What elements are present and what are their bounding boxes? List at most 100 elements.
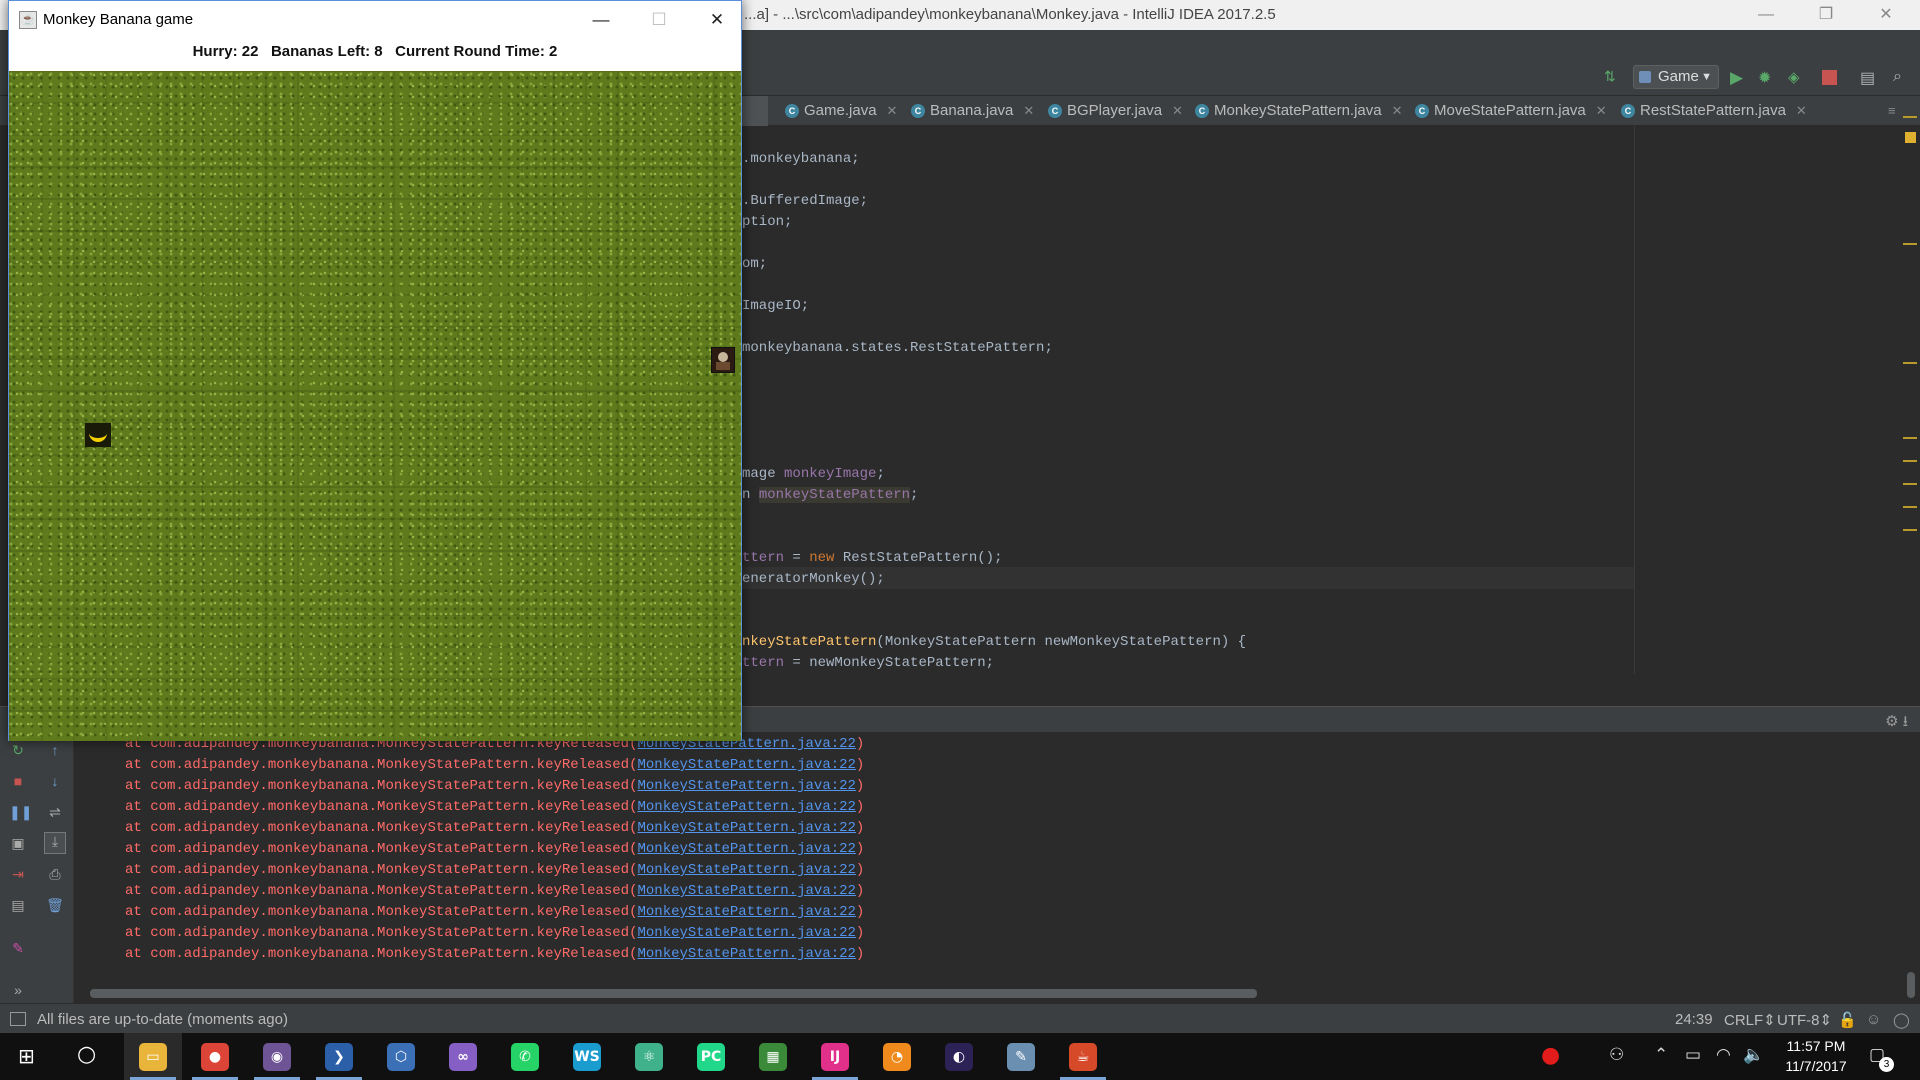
taskbar-app-chrome[interactable]: ● (186, 1033, 244, 1080)
close-button[interactable]: ✕ (688, 1, 746, 39)
warning-mark[interactable] (1903, 506, 1917, 508)
close-icon[interactable]: ✕ (1796, 103, 1807, 118)
close-icon[interactable]: ✕ (1596, 103, 1607, 118)
warning-mark[interactable] (1903, 437, 1917, 439)
console-vertical-scrollbar[interactable] (1907, 972, 1915, 998)
source-link[interactable]: MonkeyStatePattern.java:22 (637, 883, 855, 899)
exit-icon[interactable]: ⇥ (9, 866, 27, 882)
rerun-icon[interactable]: ↻ (9, 742, 27, 758)
tab-reststatepattern-java[interactable]: C RestStatePattern.java ✕ (1618, 96, 1807, 126)
print-icon[interactable]: ⎙ (46, 866, 64, 882)
pause-icon[interactable]: ❚❚ (9, 804, 32, 820)
tab-list-icon[interactable]: ≡ (1888, 103, 1896, 118)
ide-minimize-button[interactable]: — (1743, 2, 1789, 28)
taskbar-app-virtualbox[interactable]: ⬡ (372, 1033, 430, 1080)
file-encoding[interactable]: UTF-8⇕ (1777, 1011, 1832, 1029)
ide-restore-button[interactable]: ❐ (1803, 2, 1849, 28)
taskbar-app-pycharm[interactable]: PC (682, 1033, 740, 1080)
warning-status-icon[interactable] (1905, 132, 1916, 143)
run-icon[interactable]: ▶ (1730, 68, 1748, 87)
lock-icon[interactable]: 🔓 (1838, 1011, 1857, 1029)
taskbar-app-visual-studio[interactable]: ∞ (434, 1033, 492, 1080)
wifi-icon[interactable]: ◠ (1716, 1045, 1731, 1065)
taskbar-app-intellij[interactable]: IJ (806, 1033, 864, 1080)
status-message[interactable]: All files are up-to-date (moments ago) (37, 1011, 288, 1028)
build-icon[interactable]: ⇅ (1604, 68, 1622, 86)
tab-movestatepattern-java[interactable]: C MoveStatePattern.java ✕ (1412, 96, 1607, 126)
event-log-icon[interactable]: ◯ (1893, 1011, 1910, 1029)
warning-mark[interactable] (1903, 243, 1917, 245)
battery-icon[interactable]: ▭ (1685, 1045, 1701, 1065)
stop-icon[interactable]: ■ (9, 773, 27, 789)
grass-playfield[interactable] (9, 71, 741, 741)
run-configuration-select[interactable]: Game ▼ (1633, 65, 1719, 89)
windows-start-icon[interactable]: ⊞ (18, 1044, 35, 1068)
tab-monkeystatepattern-java[interactable]: C MonkeyStatePattern.java ✕ (1192, 96, 1403, 126)
close-icon[interactable]: ✕ (887, 103, 898, 118)
caret-position[interactable]: 24:39 (1675, 1011, 1713, 1028)
taskbar-app-powershell[interactable]: ❯ (310, 1033, 368, 1080)
close-icon[interactable]: ✕ (1023, 103, 1034, 118)
game-window[interactable]: ☕ Monkey Banana game — ☐ ✕ Hurry: 22 Ban… (8, 0, 742, 741)
console-horizontal-scrollbar[interactable] (90, 989, 1257, 998)
dump-threads-icon[interactable]: ▣ (9, 835, 27, 851)
taskbar-app-excel-like[interactable]: ▦ (744, 1033, 802, 1080)
maximize-button[interactable]: ☐ (630, 1, 688, 39)
editor-error-stripe[interactable] (1900, 126, 1920, 674)
source-link[interactable]: MonkeyStatePattern.java:22 (637, 757, 855, 773)
tab-banana-java[interactable]: C Banana.java ✕ (908, 96, 1034, 126)
close-icon[interactable]: ✕ (1172, 103, 1183, 118)
close-icon[interactable]: ✕ (1392, 103, 1403, 118)
down-arrow-icon[interactable]: ↓ (46, 773, 64, 789)
taskbar-app-java-app[interactable]: ☕ (1054, 1033, 1112, 1080)
taskbar-app-github[interactable]: ◉ (248, 1033, 306, 1080)
game-title-bar[interactable]: ☕ Monkey Banana game — ☐ ✕ (9, 1, 741, 39)
scroll-to-end-icon[interactable]: ⤓ (44, 832, 66, 854)
line-separator[interactable]: CRLF⇕ (1724, 1011, 1776, 1029)
cortana-icon[interactable]: ○ (77, 1042, 96, 1067)
show-hidden-icons-chevron-up-icon[interactable]: ⌃ (1654, 1045, 1668, 1065)
warning-mark[interactable] (1903, 362, 1917, 364)
pin-icon[interactable]: ✎ (9, 940, 27, 956)
soft-wrap-icon[interactable]: ⇌ (46, 804, 64, 820)
taskbar-app-whatsapp[interactable]: ✆ (496, 1033, 554, 1080)
active-tab-fragment[interactable] (740, 96, 768, 126)
minimize-button[interactable]: — (572, 1, 630, 39)
warning-mark[interactable] (1903, 460, 1917, 462)
warning-mark[interactable] (1903, 483, 1917, 485)
people-icon[interactable]: ⚇ (1609, 1045, 1624, 1065)
taskbar-app-file-explorer[interactable]: ▭ (124, 1033, 182, 1080)
system-clock[interactable]: 11:57 PM 11/7/2017 (1776, 1036, 1856, 1076)
trash-icon[interactable]: 🗑 (46, 897, 64, 913)
source-link[interactable]: MonkeyStatePattern.java:22 (637, 946, 855, 962)
source-link[interactable]: MonkeyStatePattern.java:22 (637, 778, 855, 794)
source-link[interactable]: MonkeyStatePattern.java:22 (637, 925, 855, 941)
source-link[interactable]: MonkeyStatePattern.java:22 (637, 862, 855, 878)
taskbar-app-eclipse[interactable]: ◐ (930, 1033, 988, 1080)
taskbar-app-inkscape[interactable]: ✎ (992, 1033, 1050, 1080)
up-arrow-icon[interactable]: ↑ (46, 742, 64, 758)
inspector-icon[interactable]: ☺ (1866, 1011, 1881, 1028)
taskbar-app-atom[interactable]: ⚛ (620, 1033, 678, 1080)
ide-close-button[interactable]: ✕ (1863, 2, 1909, 28)
expand-icon[interactable]: » (9, 982, 27, 998)
tool-windows-icon[interactable] (10, 1012, 26, 1026)
coverage-icon[interactable]: ◈ (1788, 68, 1806, 86)
tab-game-java[interactable]: C Game.java ✕ (782, 96, 897, 126)
warning-mark[interactable] (1903, 529, 1917, 531)
project-structure-icon[interactable]: ▤ (1860, 68, 1878, 87)
warning-mark[interactable] (1903, 116, 1917, 118)
layout-icon[interactable]: ▤ (9, 897, 27, 913)
taskbar-app-webstorm[interactable]: WS (558, 1033, 616, 1080)
source-link[interactable]: MonkeyStatePattern.java:22 (637, 799, 855, 815)
tab-bgplayer-java[interactable]: C BGPlayer.java ✕ (1045, 96, 1183, 126)
taskbar-app-orange-app[interactable]: ◔ (868, 1033, 926, 1080)
volume-icon[interactable]: 🔈 (1743, 1045, 1764, 1065)
stop-icon[interactable] (1822, 70, 1837, 85)
debug-icon[interactable]: ✹ (1758, 68, 1776, 87)
security-app-icon[interactable]: ● (1541, 1043, 1560, 1068)
search-icon[interactable]: ⌕ (1893, 68, 1911, 86)
source-link[interactable]: MonkeyStatePattern.java:22 (637, 820, 855, 836)
source-link[interactable]: MonkeyStatePattern.java:22 (637, 904, 855, 920)
source-link[interactable]: MonkeyStatePattern.java:22 (637, 841, 855, 857)
